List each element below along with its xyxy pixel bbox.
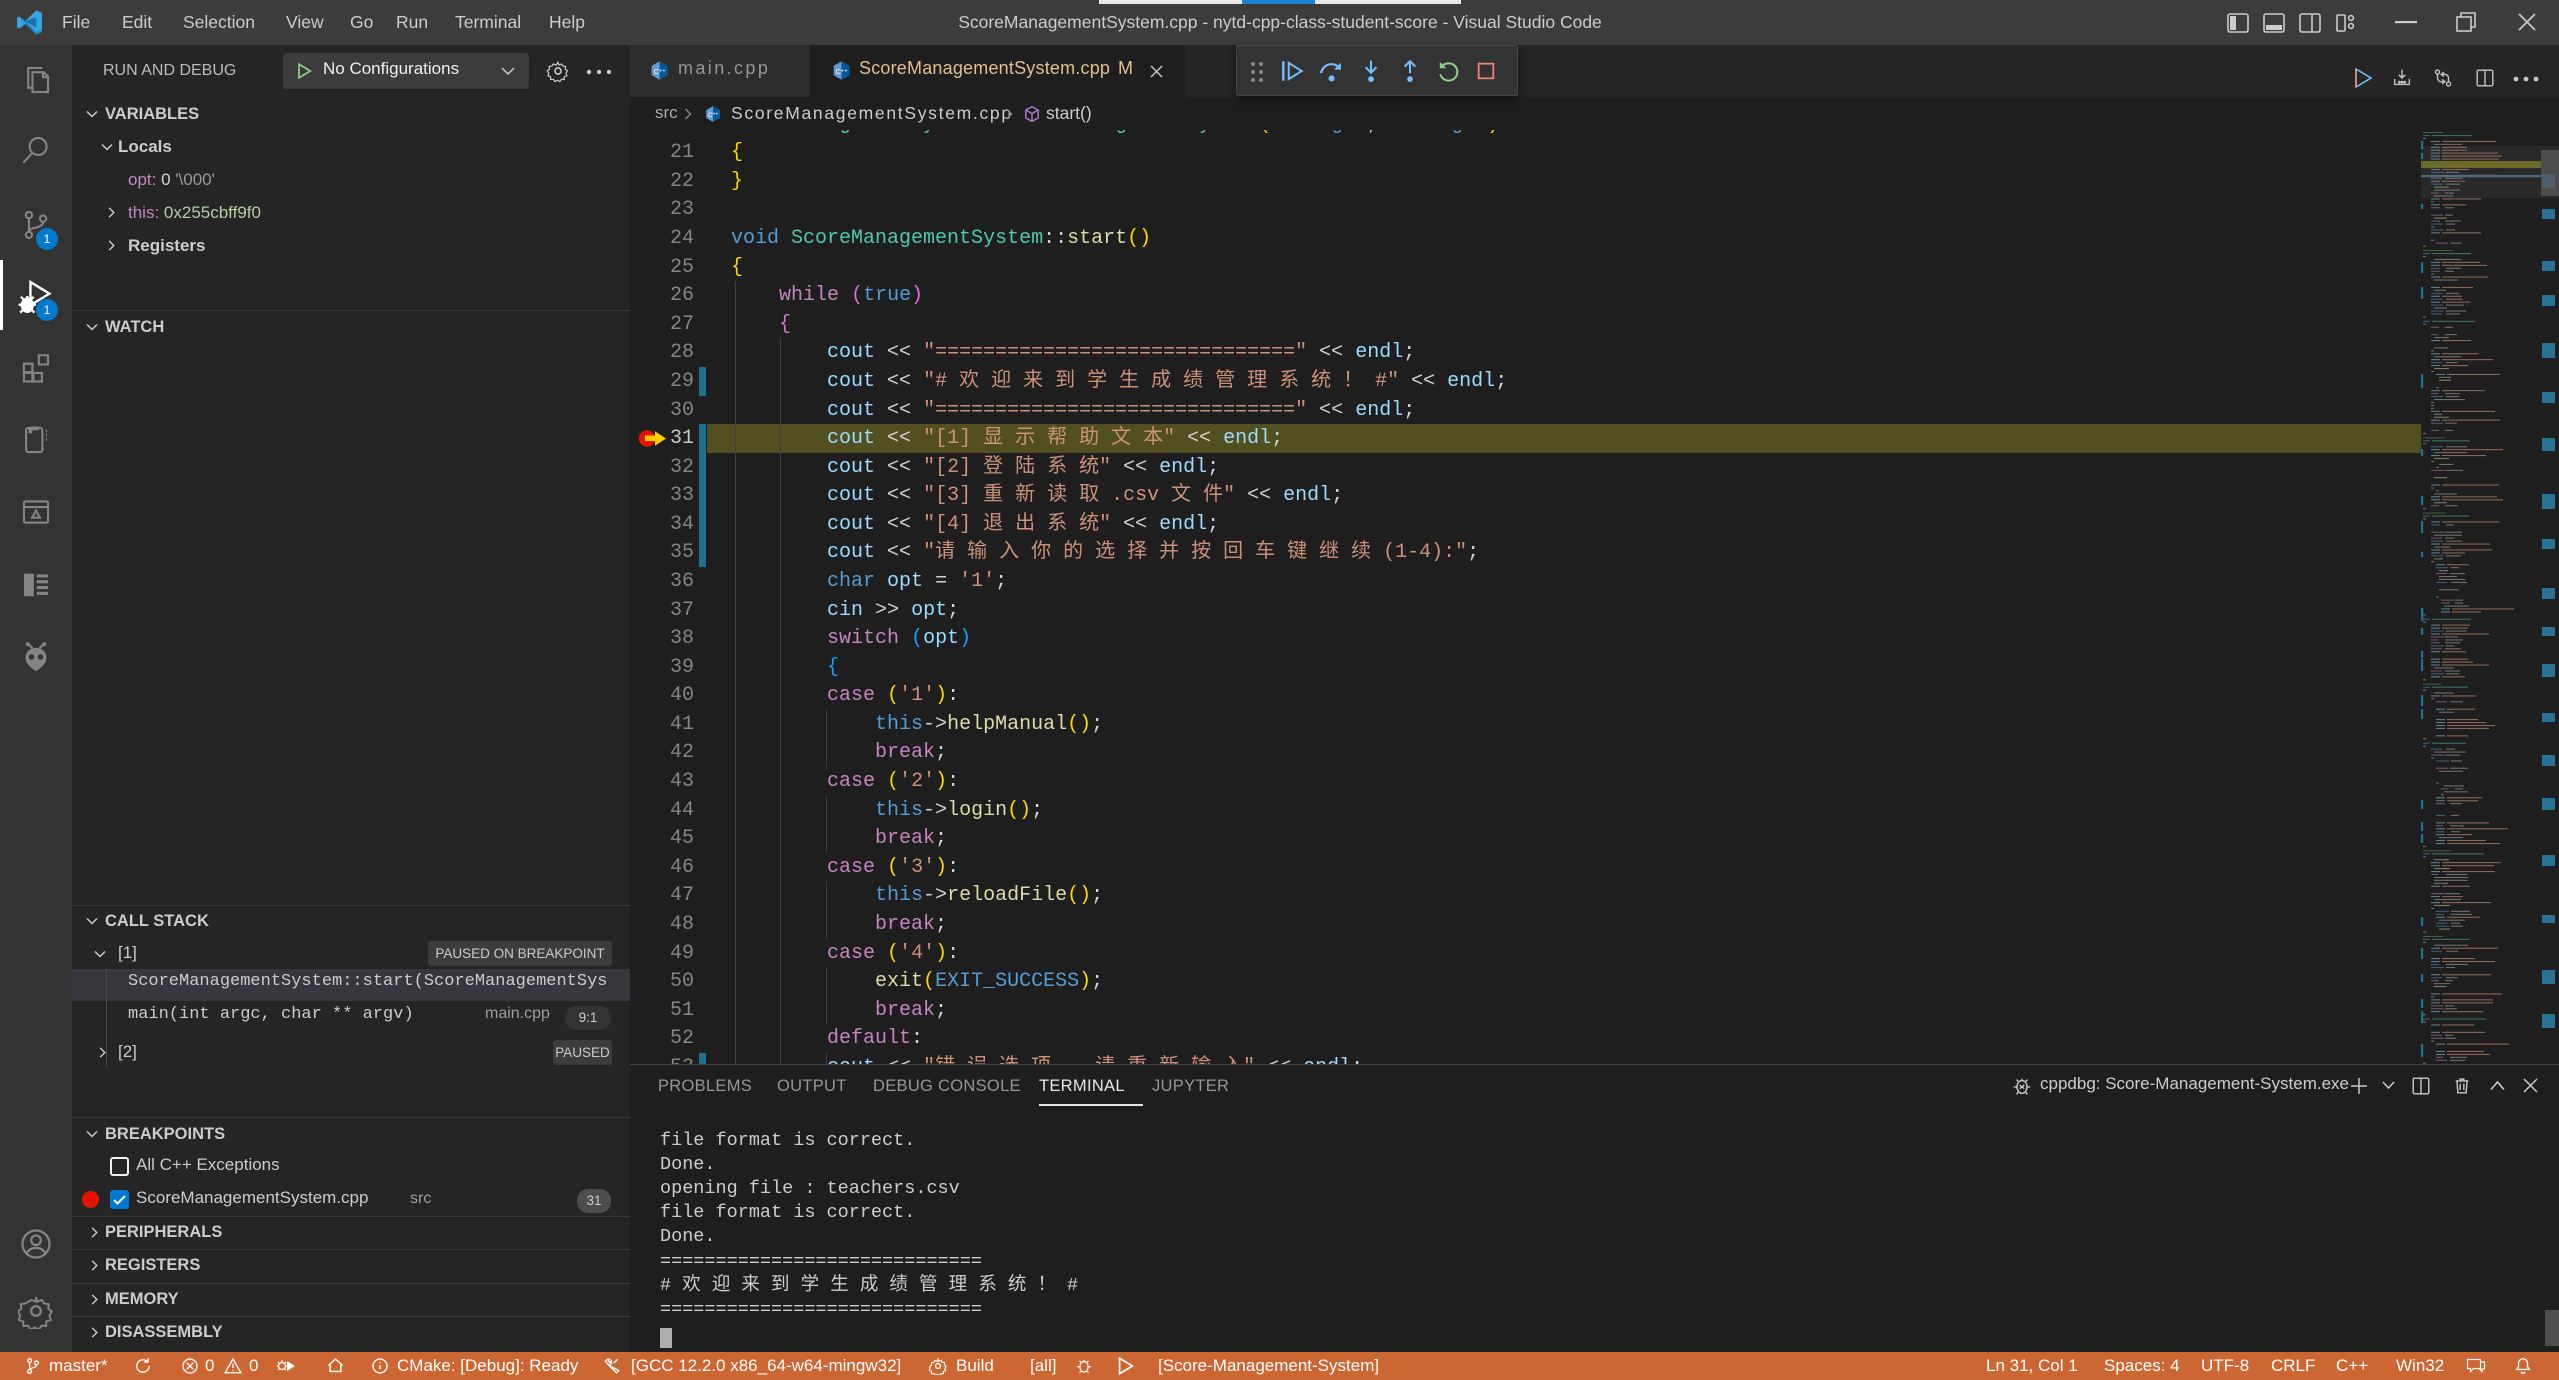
svg-text:C: C xyxy=(836,67,841,76)
svg-text:++: ++ xyxy=(841,68,848,74)
svg-text:++: ++ xyxy=(659,68,666,74)
svg-text:C: C xyxy=(654,67,659,76)
svg-text:++: ++ xyxy=(712,112,718,118)
